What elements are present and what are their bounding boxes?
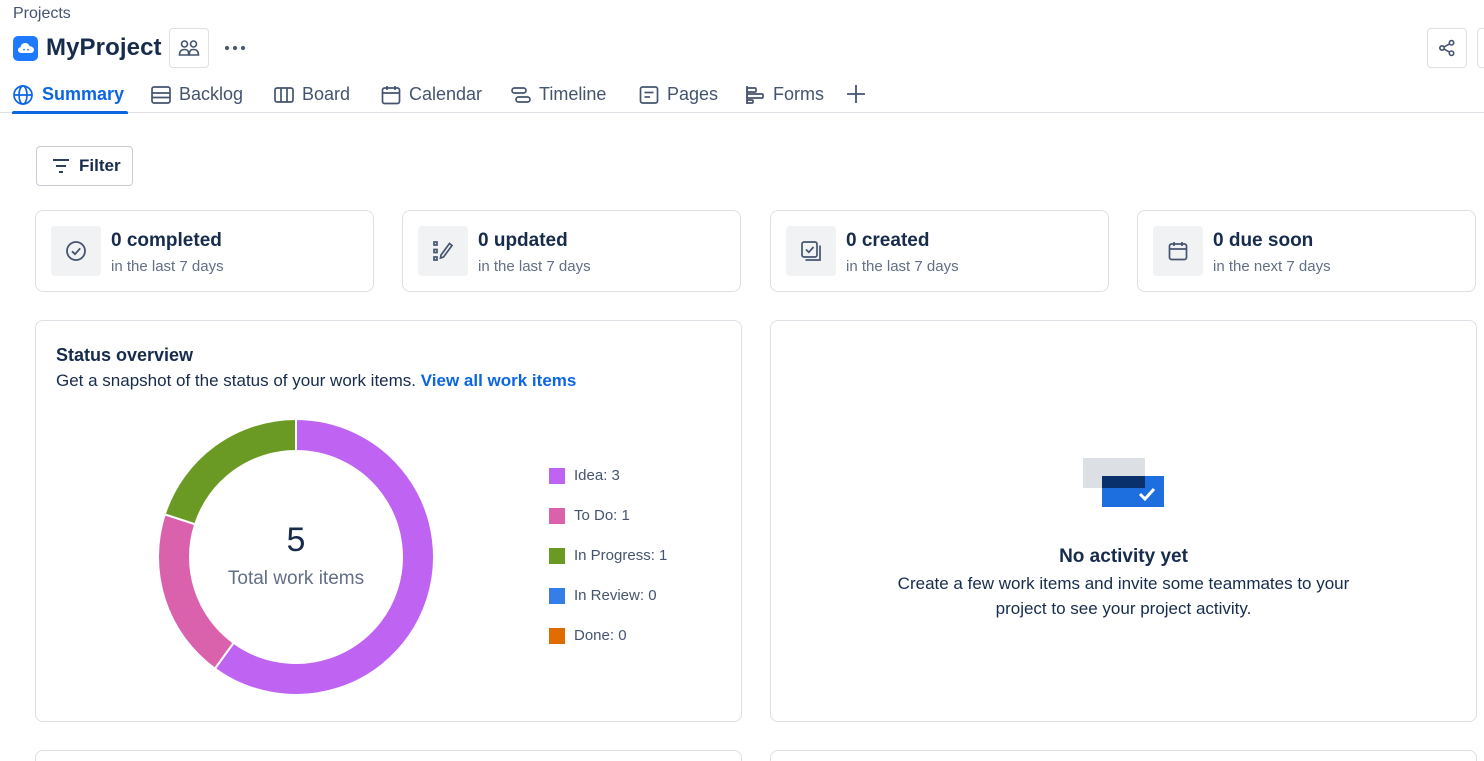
project-header: MyProject bbox=[13, 28, 251, 68]
lower-card-left bbox=[35, 750, 742, 761]
legend-item-to-do[interactable]: To Do: 1 bbox=[549, 507, 630, 524]
total-work-items-count: 5 bbox=[286, 521, 306, 559]
tab-summary[interactable]: Summary bbox=[12, 76, 129, 114]
legend-item-idea[interactable]: Idea: 3 bbox=[549, 467, 620, 484]
legend-swatch bbox=[549, 627, 565, 644]
people-button[interactable] bbox=[168, 28, 209, 68]
empty-state-description: Create a few work items and invite some … bbox=[771, 571, 1476, 621]
cloud-icon[interactable] bbox=[13, 35, 38, 61]
status-overview-title: Status overview bbox=[56, 345, 194, 365]
tab-label: Summary bbox=[42, 84, 125, 104]
total-work-items-label: Total work items bbox=[227, 568, 365, 589]
edit-list-icon bbox=[418, 226, 468, 276]
tab-board[interactable]: Board bbox=[274, 76, 350, 113]
people-icon bbox=[178, 39, 200, 57]
legend-swatch bbox=[549, 587, 565, 604]
filter-label: Filter bbox=[79, 156, 121, 175]
tab-calendar[interactable]: Calendar bbox=[381, 76, 482, 113]
stat-value: 0 completed bbox=[111, 230, 222, 251]
globe-icon bbox=[12, 84, 34, 106]
empty-state-line: Create a few work items and invite some … bbox=[897, 574, 1350, 593]
create-icon bbox=[786, 226, 836, 276]
calendar-icon bbox=[381, 85, 401, 105]
status-overview-description: Get a snapshot of the status of your wor… bbox=[56, 371, 576, 391]
toolbar-button-partial[interactable] bbox=[1477, 28, 1484, 68]
pages-icon bbox=[639, 85, 659, 104]
filter-icon bbox=[52, 158, 70, 174]
stat-card-updated[interactable]: 0 updated in the last 7 days bbox=[402, 210, 741, 292]
stat-card-completed[interactable]: 0 completed in the last 7 days bbox=[35, 210, 374, 292]
plus-icon bbox=[846, 84, 866, 104]
tab-label: Backlog bbox=[179, 84, 244, 104]
legend-swatch bbox=[549, 467, 565, 484]
forms-icon bbox=[745, 85, 765, 105]
legend-label: Done: 0 bbox=[574, 627, 627, 644]
lower-card-right bbox=[770, 750, 1477, 761]
breadcrumb[interactable]: Projects bbox=[13, 5, 71, 23]
more-button[interactable] bbox=[219, 32, 251, 64]
timeline-icon bbox=[511, 86, 531, 104]
backlog-icon bbox=[151, 85, 171, 104]
description-text: Get a snapshot of the status of your wor… bbox=[56, 371, 417, 390]
stat-value: 0 created bbox=[846, 230, 930, 251]
tab-backlog[interactable]: Backlog bbox=[151, 76, 243, 113]
share-icon bbox=[1438, 39, 1456, 57]
legend-label: Idea: 3 bbox=[574, 467, 620, 484]
legend-label: To Do: 1 bbox=[574, 507, 630, 524]
legend-item-in-progress[interactable]: In Progress: 1 bbox=[549, 547, 667, 564]
stat-card-created[interactable]: 0 created in the last 7 days bbox=[770, 210, 1109, 292]
view-all-work-items-link[interactable]: View all work items bbox=[421, 371, 577, 390]
status-overview-panel: Status overview Get a snapshot of the st… bbox=[35, 320, 742, 722]
legend-item-in-review[interactable]: In Review: 0 bbox=[549, 587, 657, 604]
more-horizontal-icon bbox=[224, 45, 246, 51]
legend-label: In Progress: 1 bbox=[574, 547, 668, 564]
share-button[interactable] bbox=[1427, 28, 1467, 68]
legend-swatch bbox=[549, 507, 565, 524]
stat-period: in the last 7 days bbox=[111, 258, 224, 275]
legend-label: In Review: 0 bbox=[574, 587, 657, 604]
tab-label: Board bbox=[302, 84, 351, 104]
add-tab-button[interactable] bbox=[844, 82, 868, 106]
legend-swatch bbox=[549, 547, 565, 564]
tab-bar: Summary Backlog Board Calendar Timeline … bbox=[0, 76, 1484, 114]
filter-button[interactable]: Filter bbox=[36, 146, 133, 186]
check-circle-icon bbox=[51, 226, 101, 276]
tab-timeline[interactable]: Timeline bbox=[511, 76, 606, 113]
donut-slice-in-progress[interactable] bbox=[163, 417, 297, 526]
calendar-icon bbox=[1153, 226, 1203, 276]
tab-forms[interactable]: Forms bbox=[745, 76, 824, 113]
tab-pages[interactable]: Pages bbox=[639, 76, 718, 113]
stat-value: 0 updated bbox=[478, 230, 568, 251]
tab-label: Timeline bbox=[539, 84, 607, 104]
tab-label: Forms bbox=[773, 84, 824, 104]
empty-state-line: project to see your project activity. bbox=[995, 599, 1252, 618]
legend-item-done[interactable]: Done: 0 bbox=[549, 627, 627, 644]
stat-period: in the next 7 days bbox=[1213, 258, 1331, 275]
stat-value: 0 due soon bbox=[1213, 230, 1314, 251]
tab-label: Pages bbox=[667, 84, 719, 104]
page-title: MyProject bbox=[46, 34, 162, 61]
board-icon bbox=[274, 86, 294, 103]
empty-state-title: No activity yet bbox=[1059, 546, 1188, 567]
stat-period: in the last 7 days bbox=[478, 258, 591, 275]
stat-card-due-soon[interactable]: 0 due soon in the next 7 days bbox=[1137, 210, 1476, 292]
activity-panel: No activity yet Create a few work items … bbox=[770, 320, 1477, 722]
stat-period: in the last 7 days bbox=[846, 258, 959, 275]
activity-illustration bbox=[1083, 458, 1164, 507]
tab-label: Calendar bbox=[409, 84, 483, 104]
